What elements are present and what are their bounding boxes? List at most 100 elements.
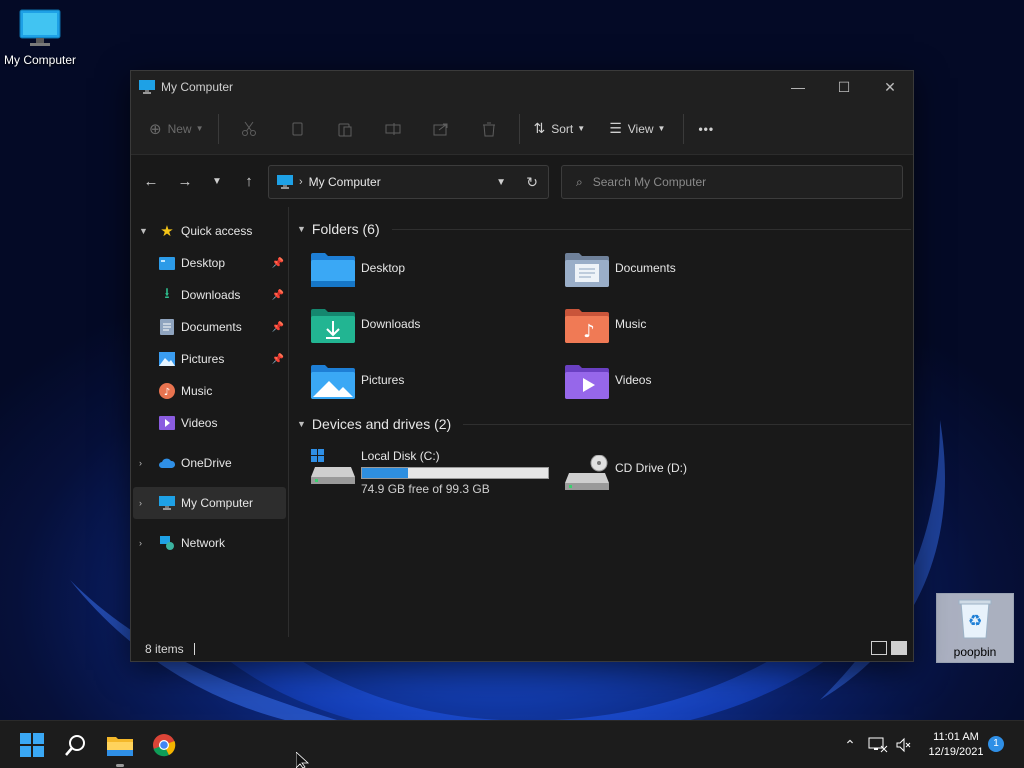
file-explorer-button[interactable] xyxy=(104,729,136,767)
minimize-button[interactable]: — xyxy=(775,71,821,103)
drive-name: CD Drive (D:) xyxy=(615,461,687,475)
copy-button[interactable] xyxy=(273,112,321,146)
back-button[interactable]: ← xyxy=(135,165,167,197)
sidebar-item-network[interactable]: › Network xyxy=(131,527,288,559)
more-options-button[interactable]: ••• xyxy=(690,112,722,146)
desktop-icon-my-computer[interactable]: My Computer xyxy=(0,8,80,67)
sidebar-item-downloads[interactable]: ⭳ Downloads 📌 xyxy=(131,279,288,311)
chrome-button[interactable] xyxy=(148,729,180,761)
sort-button[interactable]: ⇅ Sort ▼ xyxy=(526,112,594,146)
chevron-right-icon[interactable]: › xyxy=(139,538,153,548)
search-icon xyxy=(65,735,85,756)
drive-tile-d[interactable]: CD Drive (D:) xyxy=(565,455,687,491)
paste-button[interactable] xyxy=(321,112,369,146)
folder-tile-videos[interactable]: Videos xyxy=(565,363,805,411)
notification-badge[interactable]: 1 xyxy=(988,736,1004,752)
chevron-down-icon[interactable]: ▼ xyxy=(496,177,506,188)
folders-group-header[interactable]: ▼ Folders (6) xyxy=(297,221,911,237)
network-status-icon[interactable] xyxy=(868,737,888,753)
folder-name: Pictures xyxy=(361,373,405,387)
folder-name: Music xyxy=(615,317,647,331)
sidebar-item-videos[interactable]: Videos xyxy=(131,407,288,439)
search-box[interactable]: ⌕ Search My Computer xyxy=(561,165,903,199)
chevron-right-icon[interactable]: › xyxy=(139,458,153,468)
monitor-icon xyxy=(159,495,175,511)
sidebar-item-quick-access[interactable]: ▼ ★ Quick access xyxy=(131,215,288,247)
drive-free-space: 74.9 GB free of 99.3 GB xyxy=(361,482,490,496)
music-icon: ♪ xyxy=(159,383,175,399)
folder-tile-pictures[interactable]: Pictures xyxy=(311,363,551,411)
pictures-folder-icon xyxy=(311,365,355,399)
videos-icon xyxy=(159,415,175,431)
sort-icon: ⇅ xyxy=(533,120,546,136)
chevron-down-icon: ▼ xyxy=(212,175,222,187)
sidebar-item-music[interactable]: ♪ Music xyxy=(131,375,288,407)
pictures-icon xyxy=(159,351,175,367)
sidebar-item-my-computer[interactable]: › My Computer xyxy=(133,487,286,519)
folder-tile-documents[interactable]: Documents xyxy=(565,251,805,299)
view-button[interactable]: ☰ View ▼ xyxy=(601,112,673,146)
cut-button[interactable] xyxy=(225,112,273,146)
copy-icon xyxy=(292,122,303,135)
drives-group-header[interactable]: ▼ Devices and drives (2) xyxy=(297,416,911,432)
forward-button[interactable]: → xyxy=(169,165,201,197)
toolbar-divider xyxy=(217,113,219,144)
chevron-up-icon[interactable]: ⌃ xyxy=(840,737,860,754)
folder-tile-music[interactable]: ♪ Music xyxy=(565,307,805,355)
sidebar-item-label: Network xyxy=(181,536,226,550)
chevron-down-icon: ▼ xyxy=(297,224,306,234)
downloads-folder-icon xyxy=(311,309,355,343)
sidebar-item-documents[interactable]: Documents 📌 xyxy=(131,311,288,343)
content-pane: ▼ Folders (6) Desktop Documents Download… xyxy=(291,207,913,637)
sort-button-label: Sort xyxy=(551,121,574,136)
tiles-view-button[interactable] xyxy=(891,641,907,655)
disk-usage-bar xyxy=(361,467,549,479)
pin-icon: 📌 xyxy=(271,321,284,333)
recent-locations-button[interactable]: ▼ xyxy=(201,165,233,197)
close-button[interactable]: ✕ xyxy=(867,71,913,103)
drive-tile-c[interactable]: Local Disk (C:) 74.9 GB free of 99.3 GB xyxy=(311,449,549,496)
refresh-icon[interactable]: ↻ xyxy=(526,174,538,191)
more-icon: ••• xyxy=(698,121,715,136)
details-view-button[interactable] xyxy=(871,641,887,655)
folder-name: Videos xyxy=(615,373,652,387)
title-bar[interactable]: My Computer — ☐ ✕ xyxy=(131,71,913,103)
navigation-bar: ← → ▼ ↑ › My Computer ▼ ↻ ⌕ Search My Co… xyxy=(131,155,913,207)
svg-text:♪: ♪ xyxy=(583,321,595,342)
sidebar-item-desktop[interactable]: Desktop 📌 xyxy=(131,247,288,279)
share-button[interactable] xyxy=(417,112,465,146)
arrow-left-icon: ← xyxy=(143,172,159,190)
arrow-right-icon: → xyxy=(177,172,193,190)
desktop-icon-recycle-bin[interactable]: ♻ poopbin xyxy=(936,593,1014,663)
maximize-button[interactable]: ☐ xyxy=(821,71,867,103)
svg-text:♪: ♪ xyxy=(164,387,170,398)
volume-muted-icon[interactable] xyxy=(896,737,912,753)
sidebar-item-label: Downloads xyxy=(181,288,241,302)
address-bar[interactable]: › My Computer ▼ ↻ xyxy=(268,165,549,199)
sidebar-item-pictures[interactable]: Pictures 📌 xyxy=(131,343,288,375)
breadcrumb-chevron-icon: › xyxy=(299,176,303,188)
up-button[interactable]: ↑ xyxy=(233,165,265,197)
desktop-folder-icon xyxy=(311,253,355,287)
clock[interactable]: 11:01 AM 12/19/2021 xyxy=(916,730,996,760)
toolbar-divider xyxy=(683,113,685,144)
disk-usage-fill xyxy=(362,468,408,478)
search-icon: ⌕ xyxy=(576,174,583,189)
chevron-down-icon: ▼ xyxy=(297,419,306,429)
sidebar-item-onedrive[interactable]: › OneDrive xyxy=(131,447,288,479)
new-button[interactable]: ⊕ New ▼ xyxy=(141,112,212,146)
chevron-down-icon[interactable]: ▼ xyxy=(139,226,153,236)
chevron-right-icon[interactable]: › xyxy=(139,498,153,508)
delete-button[interactable] xyxy=(465,112,513,146)
delete-icon xyxy=(482,122,495,136)
folder-tile-downloads[interactable]: Downloads xyxy=(311,307,551,355)
search-button[interactable] xyxy=(60,729,92,761)
folder-tile-desktop[interactable]: Desktop xyxy=(311,251,551,299)
rename-button[interactable] xyxy=(369,112,417,146)
cd-drive-icon xyxy=(565,455,609,490)
group-title: Folders (6) xyxy=(311,221,380,237)
start-button[interactable] xyxy=(16,729,48,761)
cut-icon xyxy=(241,121,256,136)
view-button-label: View xyxy=(627,121,654,136)
monitor-icon xyxy=(277,175,293,189)
